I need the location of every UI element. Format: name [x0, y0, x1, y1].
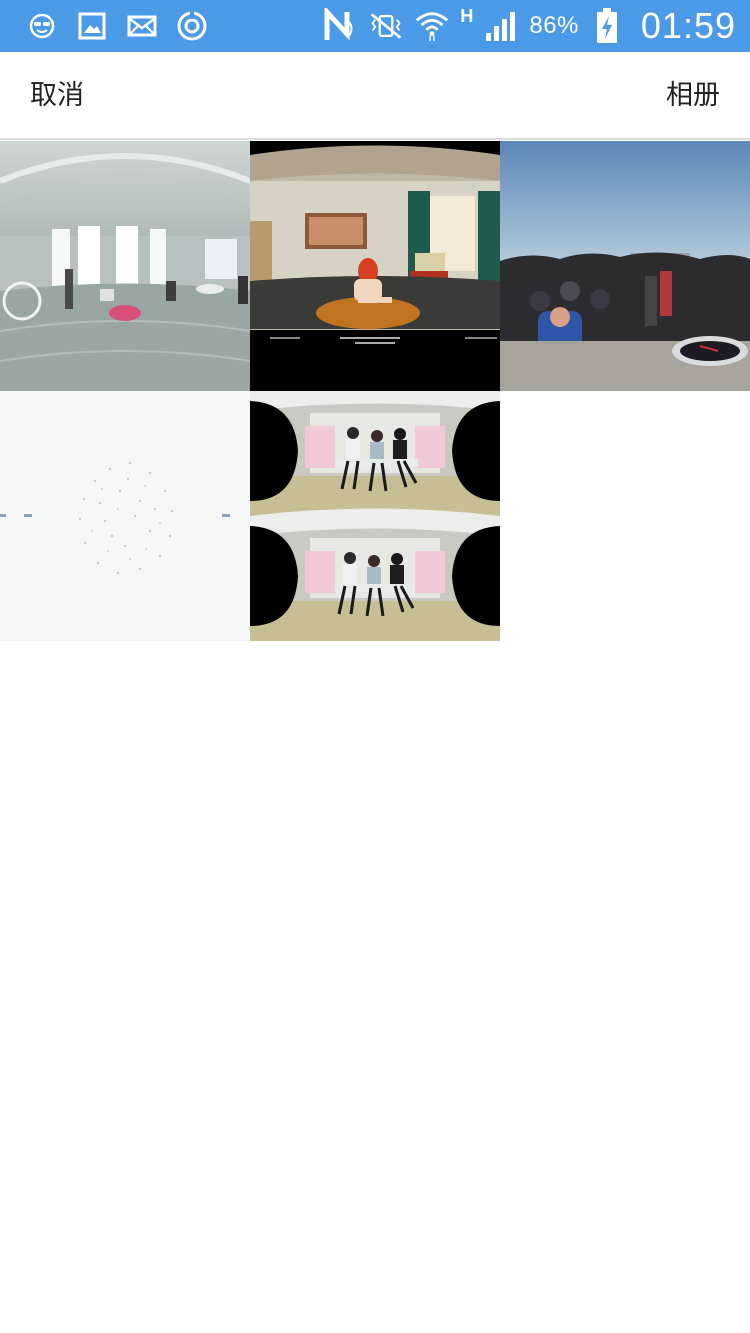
photo-panorama-particles[interactable] [0, 391, 250, 641]
photo-panorama-three-girls-stereo[interactable] [250, 391, 500, 641]
wifi-icon [414, 8, 450, 44]
sync-icon [174, 8, 210, 44]
gallery-icon [74, 8, 110, 44]
vibrate-icon [368, 8, 404, 44]
photo-panorama-crowd-outdoors[interactable] [500, 141, 750, 391]
network-type-label: H [460, 6, 474, 26]
title-bar: 取消 相册 [0, 52, 750, 140]
status-bar-left [24, 8, 210, 44]
photo-grid [0, 141, 750, 641]
status-bar-right: H 86% 01:59 [322, 4, 736, 48]
clock: 01:59 [640, 5, 736, 46]
cancel-button[interactable]: 取消 [30, 52, 84, 140]
battery-percent: 86% [529, 12, 579, 39]
battery-charging-icon [589, 8, 625, 44]
photo-panorama-red-hair-girl[interactable] [250, 141, 500, 391]
mail-icon [124, 8, 160, 44]
album-button[interactable]: 相册 [666, 52, 720, 140]
status-bar: H 86% 01:59 [0, 0, 750, 52]
nfc-icon [322, 8, 358, 44]
smiley-glasses-icon [24, 8, 60, 44]
signal-icon [483, 8, 519, 44]
photo-panorama-white-room[interactable] [0, 141, 250, 391]
